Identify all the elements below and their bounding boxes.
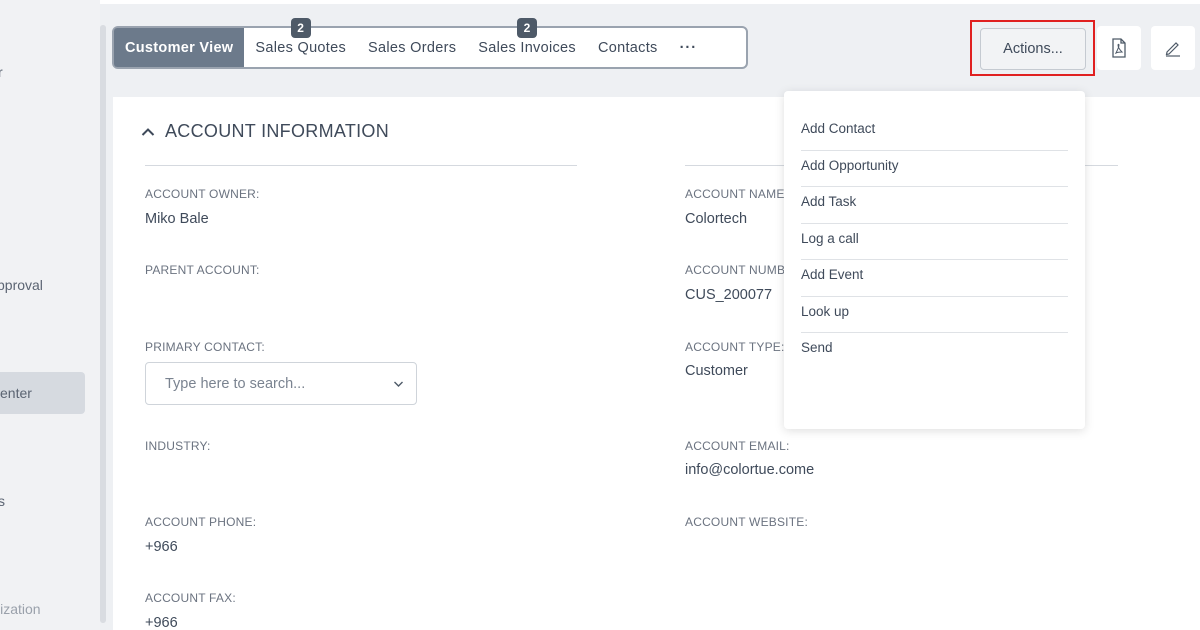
account-fax-value: +966 <box>145 615 178 630</box>
tab-label: Sales Invoices <box>478 39 576 56</box>
edit-button[interactable] <box>1151 26 1195 70</box>
sidebar-item[interactable]: s <box>0 493 5 509</box>
tab-sales-invoices[interactable]: 2 Sales Invoices <box>467 18 587 67</box>
top-strip <box>0 0 1200 4</box>
pdf-icon <box>1112 38 1126 58</box>
account-name-value: Colortech <box>685 211 748 227</box>
tab-label: Contacts <box>597 39 658 56</box>
tab-sales-orders[interactable]: Sales Orders <box>357 28 467 67</box>
primary-contact-label: PRIMARY CONTACT: <box>145 340 265 354</box>
tab-sales-quotes[interactable]: 2 Sales Quotes <box>244 18 357 67</box>
sidebar-item-localization[interactable]: lization <box>0 601 41 617</box>
sidebar-scrollbar[interactable] <box>100 25 106 623</box>
tab-contacts[interactable]: Contacts <box>587 28 669 67</box>
tab-customer-view[interactable]: Customer View <box>114 28 245 67</box>
section-header[interactable]: ACCOUNT INFORMATION <box>141 121 389 142</box>
account-name-label: ACCOUNT NAME: <box>685 187 789 201</box>
account-number-value: CUS_200077 <box>685 287 773 303</box>
sidebar-item-approval[interactable]: pproval <box>0 277 43 293</box>
chevron-down-icon <box>394 381 403 387</box>
account-phone-value: +966 <box>145 539 178 555</box>
industry-label: INDUSTRY: <box>145 439 211 453</box>
more-icon: ··· <box>679 39 698 56</box>
pdf-button[interactable] <box>1097 26 1141 70</box>
tab-more[interactable]: ··· <box>669 28 709 67</box>
account-email-value: info@colortue.come <box>685 462 815 478</box>
account-website-label: ACCOUNT WEBSITE: <box>685 515 808 529</box>
account-email-label: ACCOUNT EMAIL: <box>685 439 790 453</box>
actions-menu: Add Contact Add Opportunity Add Task Log… <box>784 91 1085 429</box>
tab-label: Sales Orders <box>368 39 457 56</box>
account-type-label: ACCOUNT TYPE: <box>685 340 785 354</box>
tab-label: Customer View <box>125 39 234 56</box>
account-fax-label: ACCOUNT FAX: <box>145 591 236 605</box>
parent-account-label: PARENT ACCOUNT: <box>145 263 260 277</box>
divider <box>145 165 577 166</box>
account-owner-label: ACCOUNT OWNER: <box>145 187 260 201</box>
section-title: ACCOUNT INFORMATION <box>165 121 390 141</box>
actions-button[interactable]: Actions... <box>980 28 1086 70</box>
account-phone-label: ACCOUNT PHONE: <box>145 515 257 529</box>
sidebar: r pproval enter s lization <box>0 0 100 630</box>
count-badge: 2 <box>290 18 311 38</box>
tab-label: Sales Quotes <box>255 39 347 56</box>
chevron-up-icon <box>141 127 155 136</box>
pencil-icon <box>1165 42 1180 57</box>
actions-highlight: Actions... <box>970 20 1095 76</box>
account-owner-value: Miko Bale <box>145 211 209 227</box>
count-badge: 2 <box>517 18 538 38</box>
account-type-value: Customer <box>685 363 748 379</box>
record-tabs: Customer View 2 Sales Quotes Sales Order… <box>112 18 748 69</box>
primary-contact-search-input[interactable] <box>165 375 385 392</box>
primary-contact-select[interactable] <box>145 362 417 405</box>
sidebar-item-center[interactable]: enter <box>0 372 85 414</box>
sidebar-item[interactable]: r <box>0 64 3 80</box>
